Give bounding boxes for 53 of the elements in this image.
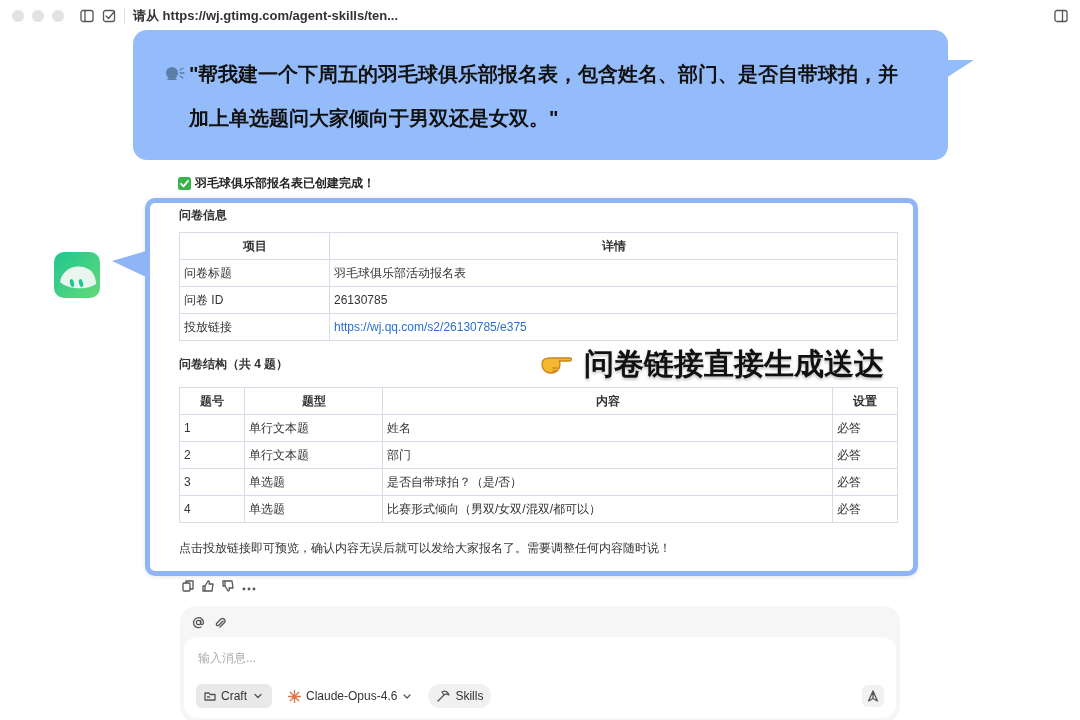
paperclip-icon[interactable] (213, 616, 226, 629)
table-cell: 单选题 (244, 495, 383, 523)
section-heading: 问卷结构（共 4 题） (179, 356, 289, 373)
table-cell: 必答 (832, 468, 898, 496)
model-selector[interactable]: Claude-Opus-4.6 (280, 684, 421, 708)
thumbs-up-icon[interactable] (202, 580, 214, 592)
table-cell: 单选题 (244, 468, 383, 496)
folder-icon (204, 690, 216, 702)
column-header: 项目 (179, 232, 330, 260)
column-header: 设置 (832, 387, 898, 415)
sidebar-icon[interactable] (80, 9, 94, 23)
skills-button[interactable]: Skills (428, 684, 492, 708)
table-cell: 问卷 ID (179, 286, 330, 314)
table-cell: 单行文本题 (244, 441, 383, 469)
annotation-caption: 问卷链接直接生成送达 (584, 346, 884, 382)
table-cell: 1 (179, 414, 245, 442)
table-cell: 是否自带球拍？（是/否） (382, 468, 833, 496)
copy-icon[interactable] (182, 580, 194, 592)
table-cell: 投放链接 (179, 313, 330, 341)
at-sign-icon[interactable] (192, 616, 205, 629)
column-header: 题型 (244, 387, 383, 415)
checkbox-icon[interactable] (102, 9, 116, 23)
table-cell: 问卷标题 (179, 259, 330, 287)
table-cell: 26130785 (329, 286, 898, 314)
hammer-icon (436, 689, 451, 703)
section-heading: 问卷信息 (179, 207, 228, 224)
table-cell: 必答 (832, 495, 898, 523)
send-button[interactable] (862, 685, 884, 707)
sparkle-icon (288, 689, 301, 703)
check-mark-icon (178, 176, 191, 190)
table-cell: 必答 (832, 441, 898, 469)
table-cell: 必答 (832, 414, 898, 442)
panel-icon[interactable] (1054, 9, 1068, 23)
send-icon (867, 690, 879, 702)
thumbs-down-icon[interactable] (222, 580, 234, 592)
table-cell: 羽毛球俱乐部活动报名表 (329, 259, 898, 287)
table-cell: 姓名 (382, 414, 833, 442)
mode-dropdown[interactable]: Craft (196, 684, 272, 708)
table-cell: 3 (179, 468, 245, 496)
table-cell: 4 (179, 495, 245, 523)
window-title: 请从 https://wj.gtimg.com/agent-skills/ten... (133, 7, 399, 26)
survey-link[interactable]: https://wj.qq.com/s2/26130785/e375 (334, 320, 527, 334)
table-cell: 2 (179, 441, 245, 469)
column-header: 详情 (329, 232, 898, 260)
table-cell: 单行文本题 (244, 414, 383, 442)
app-logo-icon (54, 252, 100, 298)
status-message: 羽毛球俱乐部报名表已创建完成！ (195, 175, 375, 192)
footer-note: 点击投放链接即可预览，确认内容无误后就可以发给大家报名了。需要调整任何内容随时说！ (179, 540, 672, 557)
table-cell: 部门 (382, 441, 833, 469)
quote-text: "帮我建一个下周五的羽毛球俱乐部报名表，包含姓名、部门、是否自带球拍，并加上单选题问大家倾向于男双还是女双。" (189, 62, 900, 131)
column-header: 内容 (382, 387, 833, 415)
table-cell: 比赛形式倾向（男双/女双/混双/都可以） (382, 495, 833, 523)
column-header: 题号 (179, 387, 245, 415)
